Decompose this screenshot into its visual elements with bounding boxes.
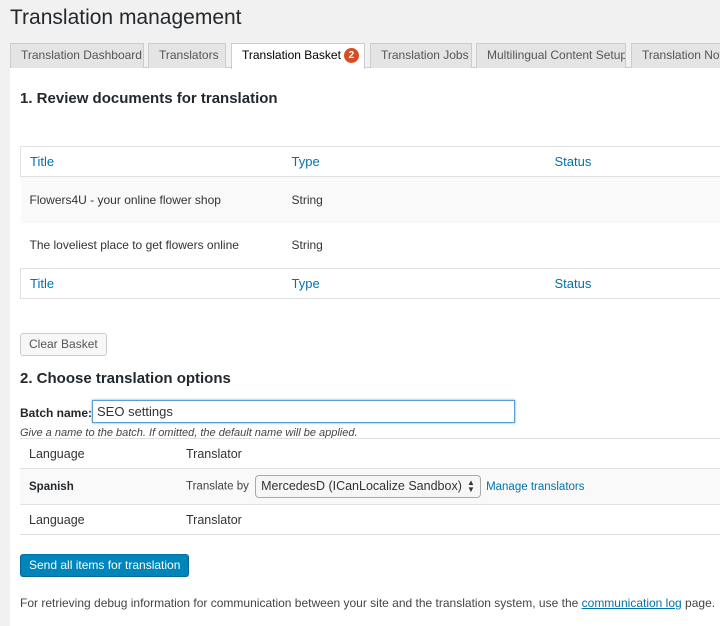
tab-translators[interactable]: Translators	[148, 43, 226, 68]
column-type[interactable]: Type	[282, 146, 546, 177]
column-status[interactable]: Status	[545, 146, 720, 177]
send-for-translation-button[interactable]: Send all items for translation	[20, 554, 190, 577]
tab-label: Multilingual Content Setup	[487, 48, 626, 62]
tab-multilingual-content-setup[interactable]: Multilingual Content Setup	[476, 43, 626, 68]
tab-bar: Translation Dashboard Translators Transl…	[10, 43, 720, 69]
column-title[interactable]: Title	[20, 268, 283, 299]
table-footer-row: Title Type Status	[20, 268, 720, 299]
language-row-spanish: Spanish Translate by MercedesD (ICanLoca…	[20, 468, 720, 505]
batch-name-input[interactable]: SEO settings	[92, 400, 515, 423]
tab-label: Translation Notifications	[642, 48, 720, 62]
footer-text-after: page.	[685, 596, 716, 610]
select-arrows-icon: ▲ ▼	[466, 478, 475, 494]
column-type[interactable]: Type	[282, 268, 546, 299]
tab-label: Translation Jobs	[381, 48, 469, 62]
column-translator: Translator	[186, 512, 242, 527]
clear-basket-button[interactable]: Clear Basket	[20, 333, 107, 356]
page-title: Translation management	[10, 6, 242, 29]
table-row: Flowers4U - your online flower shop Stri…	[20, 176, 720, 223]
tab-label: Translation Basket	[242, 48, 341, 62]
tab-translation-basket[interactable]: Translation Basket 2	[231, 43, 365, 69]
row-type: String	[291, 192, 323, 207]
section-review-title: 1. Review documents for translation	[20, 90, 278, 107]
column-language: Language	[29, 446, 85, 461]
debug-info-text: For retrieving debug information for com…	[20, 596, 715, 610]
tab-translation-jobs[interactable]: Translation Jobs	[370, 43, 472, 68]
tab-translation-notifications[interactable]: Translation Notifications	[631, 43, 720, 68]
table-header-row: Title Type Status	[20, 146, 720, 177]
translator-selected-value: MercedesD (ICanLocalize Sandbox)	[261, 479, 462, 493]
basket-table: Title Type Status Flowers4U - your onlin…	[20, 146, 720, 299]
translate-by-label: Translate by	[186, 480, 249, 493]
column-status[interactable]: Status	[545, 268, 720, 299]
translator-select[interactable]: MercedesD (ICanLocalize Sandbox) ▲ ▼	[255, 475, 481, 498]
row-status	[546, 177, 720, 223]
column-title[interactable]: Title	[20, 146, 283, 177]
communication-log-link[interactable]: communication log	[582, 596, 682, 610]
row-title: The loveliest place to get flowers onlin…	[29, 238, 239, 253]
batch-name-label: Batch name:	[20, 406, 93, 420]
row-type: String	[291, 238, 323, 253]
language-name: Spanish	[29, 480, 74, 493]
table-row: The loveliest place to get flowers onlin…	[20, 222, 720, 269]
basket-count-badge: 2	[343, 48, 359, 63]
section-options-title: 2. Choose translation options	[20, 370, 231, 387]
row-title: Flowers4U - your online flower shop	[29, 192, 221, 207]
options-header-row: Language Translator	[20, 438, 720, 469]
tab-translation-dashboard[interactable]: Translation Dashboard	[10, 43, 144, 68]
manage-translators-link[interactable]: Manage translators	[486, 481, 584, 493]
translation-options-table: Language Translator Spanish Translate by…	[20, 438, 720, 535]
column-translator: Translator	[186, 446, 242, 461]
tab-label: Translators	[159, 48, 219, 62]
footer-text-before: For retrieving debug information for com…	[20, 596, 579, 610]
column-language: Language	[29, 512, 85, 527]
row-status	[546, 223, 720, 269]
tab-label: Translation Dashboard	[21, 48, 142, 62]
left-strip	[0, 67, 10, 626]
options-footer-row: Language Translator	[20, 504, 720, 535]
